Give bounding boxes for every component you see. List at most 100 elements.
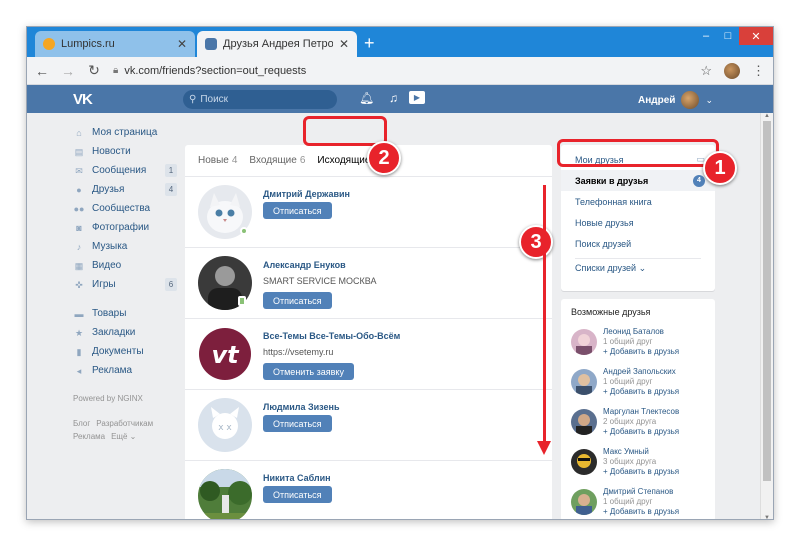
page-scrollbar[interactable]: ▲ ▼ [760,113,773,519]
user-menu[interactable]: Андрей ⌄ [638,91,713,109]
url-field[interactable]: 🔒︎ vk.com/friends?section=out_requests [113,65,700,77]
request-name[interactable]: Дмитрий Державин [263,189,350,199]
menu-dots-icon[interactable]: ⋮ [752,63,765,79]
tab-label: Исходящие [317,155,371,166]
documents-icon: ▮ [76,346,82,357]
add-friend-button[interactable]: + Добавить в друзья [603,427,679,436]
add-friend-button[interactable]: + Добавить в друзья [603,507,679,516]
unsubscribe-button[interactable]: Отписаться [263,415,332,432]
mutual-friends[interactable]: 1 общий друг [603,377,652,386]
footer-link-developers[interactable]: Разработчикам [96,419,153,428]
menu-friend-lists[interactable]: Списки друзей ⌄ [561,263,715,274]
sidebar-item-ads[interactable]: ◂ Реклама [73,361,177,380]
browser-tab-lumpics[interactable]: Lumpics.ru ✕ [35,31,195,57]
scroll-up-icon[interactable]: ▲ [764,113,770,119]
browser-window: Lumpics.ru ✕ Друзья Андрея Петрова – 5 з… [26,26,774,520]
menu-search-friends[interactable]: Поиск друзей [561,233,715,254]
request-row: Дмитрий Державин Отписаться [185,177,552,248]
sidebar-item-my-page[interactable]: ⌂ Моя страница [73,123,177,142]
scroll-down-icon[interactable]: ▼ [764,515,770,519]
add-friend-button[interactable]: + Добавить в друзья [603,467,679,476]
add-friend-button[interactable]: + Добавить в друзья [603,387,679,396]
avatar[interactable]: x x [198,398,252,452]
sidebar-item-friends[interactable]: ● Друзья 4 [73,180,177,199]
cancel-request-button[interactable]: Отменить заявку [263,363,354,380]
unsubscribe-button[interactable]: Отписаться [263,486,332,503]
friend-name[interactable]: Макс Умный [603,447,649,456]
sidebar-item-games[interactable]: ✜ Игры 6 [73,275,177,294]
sidebar-item-label: Друзья [92,184,125,195]
maximize-button[interactable]: □ [717,27,739,45]
reload-icon[interactable]: ↻ [83,62,105,79]
minimize-button[interactable]: – [695,27,717,45]
mutual-friends[interactable]: 2 общих друга [603,417,656,426]
unsubscribe-button[interactable]: Отписаться [263,292,332,309]
avatar[interactable]: vt [198,327,252,381]
camera-icon: ◙ [76,222,82,233]
sidebar-item-groups[interactable]: ●● Сообщества [73,199,177,218]
chevron-down-icon: ⌄ [705,94,713,105]
sidebar-item-video[interactable]: ▦ Видео [73,256,177,275]
sidebar-item-market[interactable]: ▬ Товары [73,304,177,323]
friend-name[interactable]: Маргулан Тлектесов [603,407,679,416]
new-tab-button[interactable]: + [364,33,375,53]
request-name[interactable]: Все-Темы Все-Темы-Обо-Всём [263,331,400,341]
address-bar-actions: ☆ ⋮ [700,62,765,79]
friend-name[interactable]: Андрей Запольских [603,367,676,376]
close-tab-icon[interactable]: ✕ [177,37,187,51]
avatar[interactable] [571,409,597,435]
request-name[interactable]: Никита Саблин [263,473,331,483]
possible-friend-item: Андрей Запольских 1 общий друг + Добавит… [561,365,715,405]
sidebar-item-documents[interactable]: ▮ Документы [73,342,177,361]
footer-link-ads[interactable]: Реклама [73,432,105,441]
add-friend-button[interactable]: + Добавить в друзья [603,347,679,356]
avatar[interactable] [571,369,597,395]
mutual-friends[interactable]: 3 общих друга [603,457,656,466]
tab-incoming[interactable]: Входящие 6 [249,155,305,166]
menu-new-friends[interactable]: Новые друзья [561,212,715,233]
menu-label: Телефонная книга [575,196,652,207]
request-subtitle: SMART SERVICE МОСКВА [263,276,377,286]
sidebar-item-messages[interactable]: ✉ Сообщения 1 [73,161,177,180]
sidebar-item-photos[interactable]: ◙ Фотографии [73,218,177,237]
nav-divider [73,294,177,304]
vk-logo[interactable]: VK [73,91,93,108]
bookmark-star-icon[interactable]: ☆ [700,63,712,79]
search-icon: ⚲ [189,94,197,105]
close-tab-icon[interactable]: ✕ [339,37,349,51]
tab-new[interactable]: Новые 4 [198,155,237,166]
sidebar-item-bookmarks[interactable]: ★ Закладки [73,323,177,342]
request-subtitle[interactable]: https://vsetemy.ru [263,347,333,357]
bell-icon[interactable]: 🔔︎ [359,91,374,105]
footer-link-more[interactable]: Ещё ⌄ [111,432,136,441]
music-note-icon[interactable]: ♫ [389,91,398,105]
unsubscribe-button[interactable]: Отписаться [263,202,332,219]
url-text: vk.com/friends?section=out_requests [124,64,307,77]
mutual-friends[interactable]: 1 общий друг [603,337,652,346]
scroll-thumb[interactable] [763,121,771,481]
menu-friend-requests[interactable]: Заявки в друзья 4 [561,170,715,191]
back-icon[interactable]: ← [31,63,53,79]
forward-icon[interactable]: → [57,63,79,79]
menu-phonebook[interactable]: Телефонная книга [561,191,715,212]
close-window-button[interactable]: ✕ [739,27,773,45]
request-name[interactable]: Александр Енуков [263,260,346,270]
footer-link-blog[interactable]: Блог [73,419,90,428]
browser-tab-vk[interactable]: Друзья Андрея Петрова – 5 заяв ✕ [197,31,357,57]
play-icon[interactable]: ▶ [409,91,425,104]
profile-avatar-icon[interactable] [724,62,740,79]
avatar[interactable] [571,449,597,475]
avatar[interactable] [571,329,597,355]
avatar[interactable] [571,489,597,515]
friend-name[interactable]: Дмитрий Степанов [603,487,673,496]
search-placeholder: Поиск [200,94,229,105]
search-input[interactable]: ⚲ Поиск [183,90,337,109]
friend-name[interactable]: Леонид Баталов [603,327,664,336]
request-name[interactable]: Людмила Зизень [263,402,340,412]
mutual-friends[interactable]: 1 общий друг [603,497,652,506]
tab-title: Друзья Андрея Петрова – 5 заяв [223,38,333,50]
possible-friend-item: Леонид Баталов 1 общий друг + Добавить в… [561,325,715,365]
sidebar-item-music[interactable]: ♪ Музыка [73,237,177,256]
sidebar-item-news[interactable]: ▤ Новости [73,142,177,161]
avatar[interactable] [198,469,252,519]
